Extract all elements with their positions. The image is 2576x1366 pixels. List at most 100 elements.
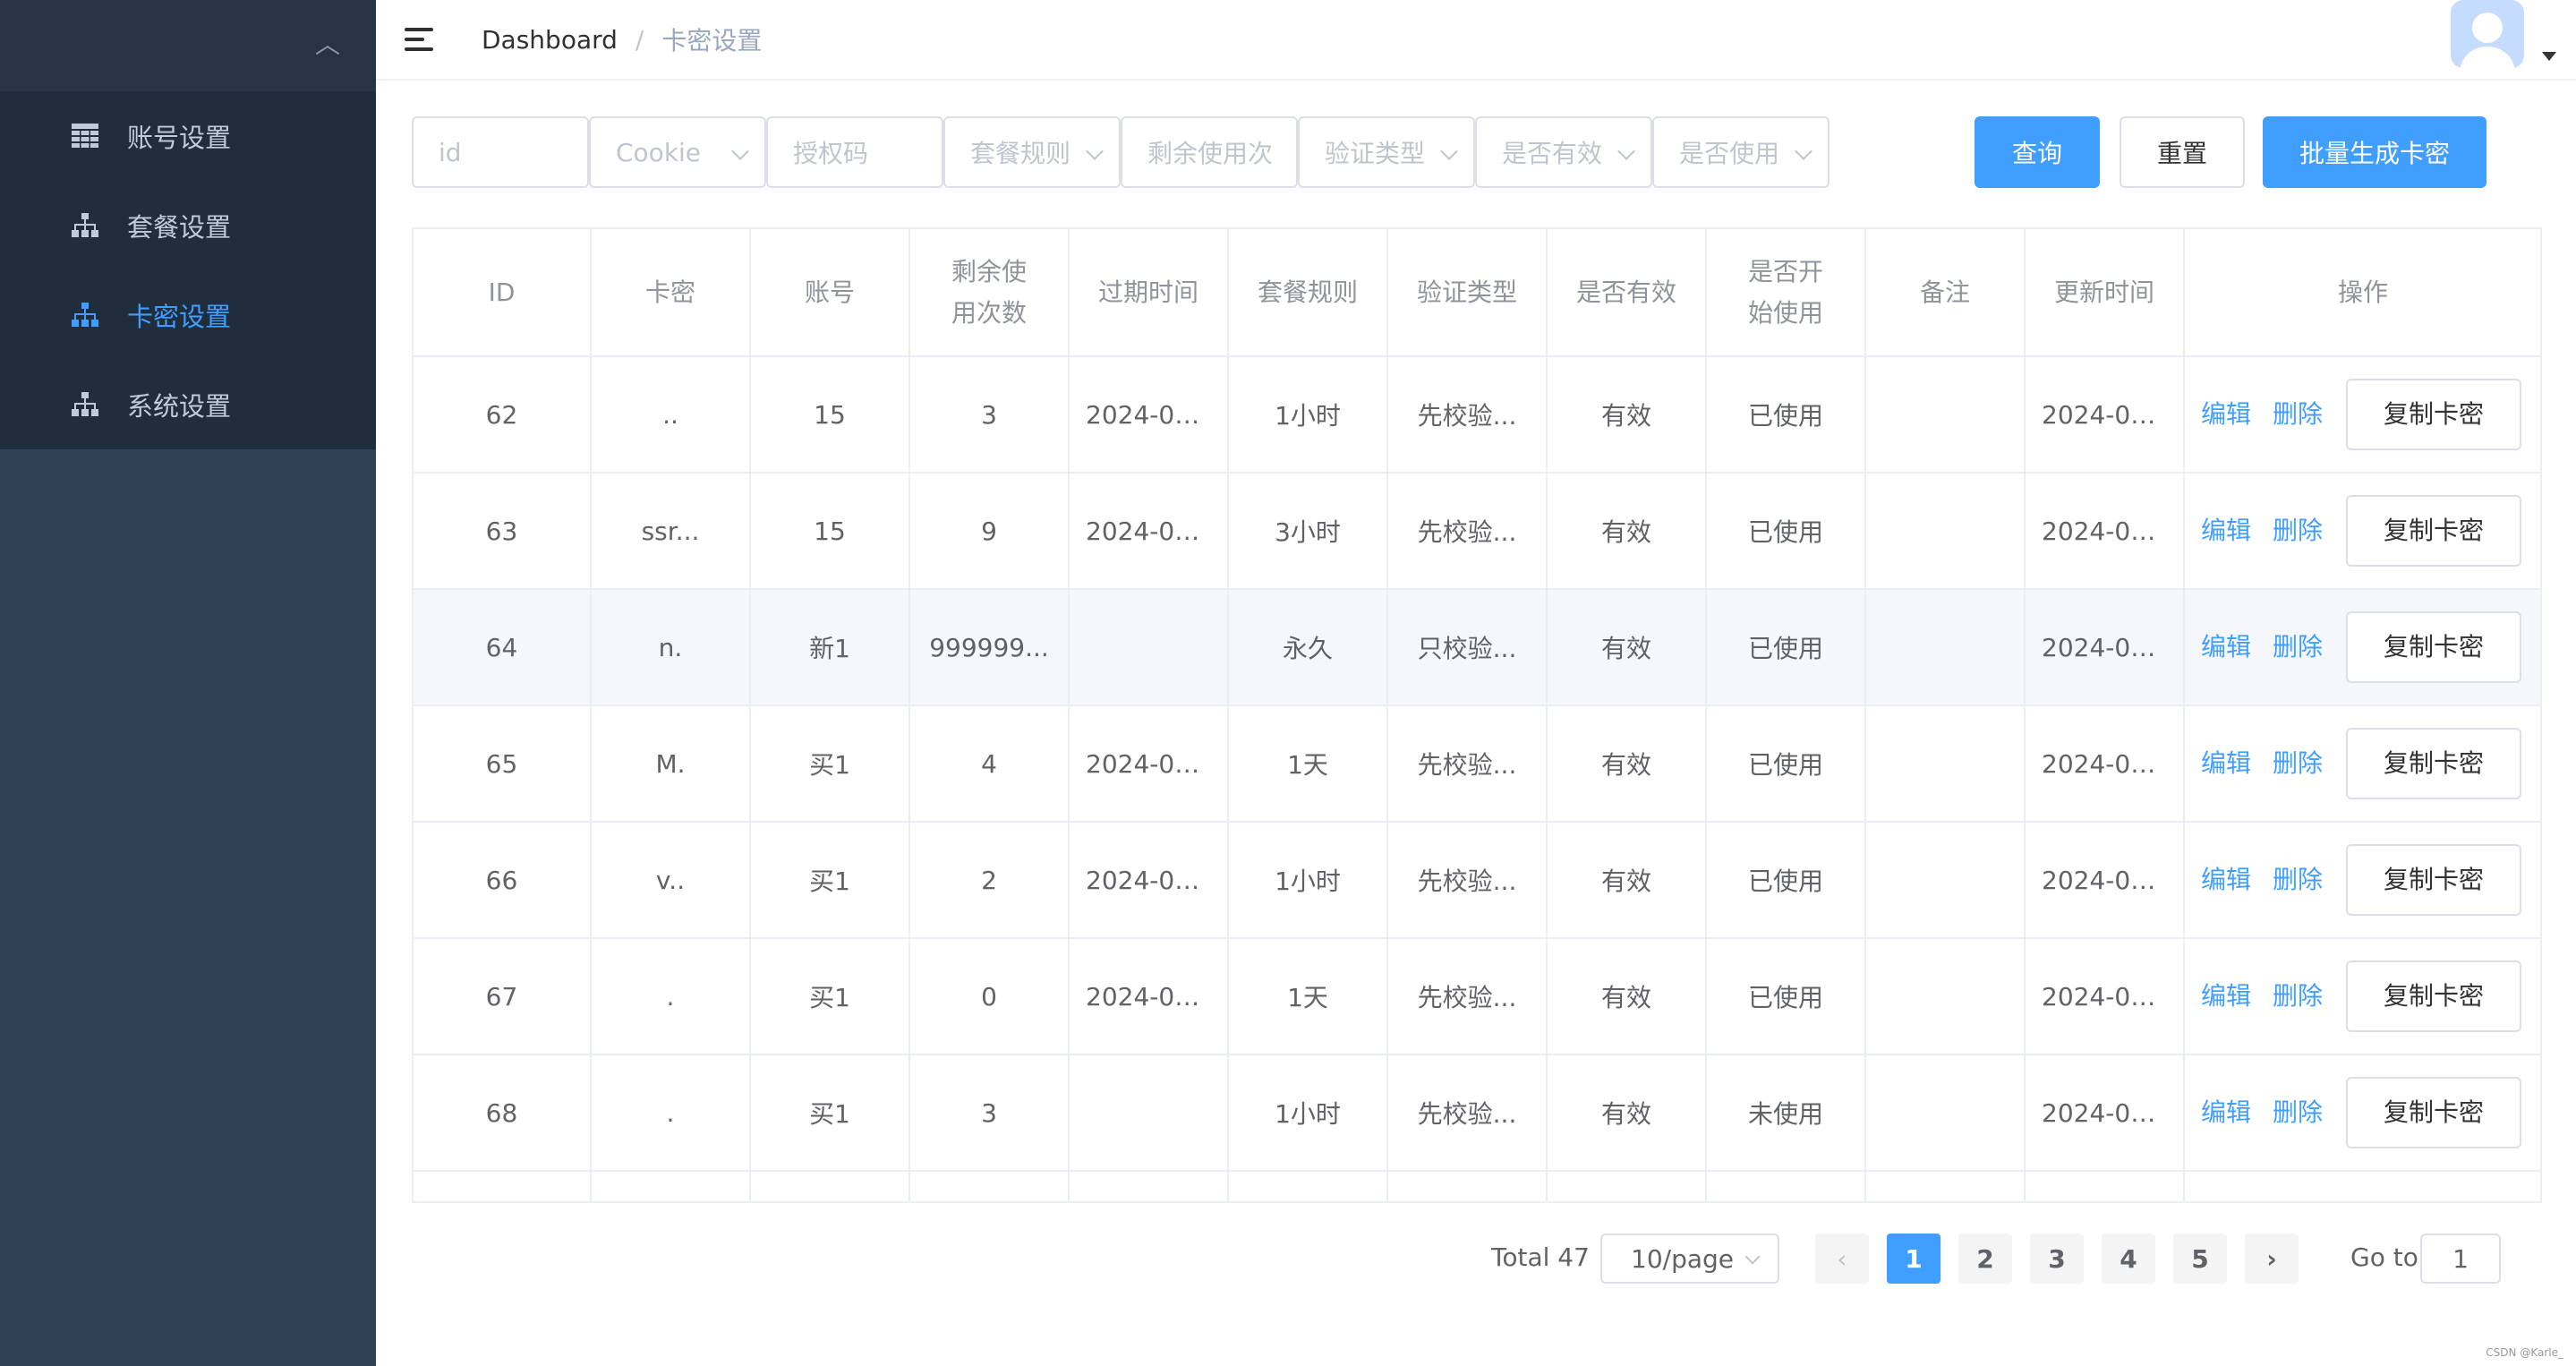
hamburger-icon[interactable] xyxy=(405,21,440,57)
table-cell-verify: 先校验... xyxy=(1387,822,1548,939)
table-cell xyxy=(1865,1171,2026,1201)
delete-link[interactable]: 删除 xyxy=(2273,632,2323,662)
delete-link[interactable]: 删除 xyxy=(2273,865,2323,894)
column-header: 卡密 xyxy=(591,229,751,357)
top-header: Dashboard / 卡密设置 xyxy=(376,0,2576,81)
chevron-down-icon xyxy=(1086,142,1104,160)
page-button-5[interactable]: 5 xyxy=(2173,1234,2227,1284)
chevron-down-icon xyxy=(1440,142,1458,160)
pagination-total: Total 47 xyxy=(1491,1242,1590,1272)
card-key-table: ID 卡密 账号 剩余使用次数 过期时间 套餐规则 验证类型 是否有效 是否开始… xyxy=(412,227,2542,1203)
column-header: ID xyxy=(414,229,592,357)
copy-key-button[interactable]: 复制卡密 xyxy=(2346,379,2522,450)
edit-link[interactable]: 编辑 xyxy=(2201,516,2251,545)
remaining-input[interactable]: 剩余使用次 xyxy=(1121,116,1298,188)
sidebar-item-system[interactable]: 系统设置 xyxy=(0,360,376,449)
page-size-select[interactable]: 10/page xyxy=(1600,1234,1779,1284)
sitemap-icon xyxy=(70,210,100,241)
table-cell-valid: 有效 xyxy=(1547,473,1707,590)
sidebar-item-account[interactable]: 账号设置 xyxy=(0,91,376,181)
id-placeholder: id xyxy=(439,137,462,167)
table-cell-note xyxy=(1865,822,2026,939)
table-cell-account: 新1 xyxy=(750,589,910,706)
goto-page-input[interactable]: 1 xyxy=(2420,1234,2501,1284)
batch-generate-button[interactable]: 批量生成卡密 xyxy=(2263,116,2486,188)
page-button-1[interactable]: 1 xyxy=(1887,1234,1941,1284)
sidebar-item-card-key[interactable]: 卡密设置 xyxy=(0,270,376,360)
edit-link[interactable]: 编辑 xyxy=(2201,748,2251,778)
delete-link[interactable]: 删除 xyxy=(2273,981,2323,1011)
sidebar-item-plan[interactable]: 套餐设置 xyxy=(0,181,376,270)
sidebar-item-label: 系统设置 xyxy=(127,391,232,422)
edit-link[interactable]: 编辑 xyxy=(2201,399,2251,429)
breadcrumb-home[interactable]: Dashboard xyxy=(482,25,618,55)
page-size-value: 10/page xyxy=(1631,1243,1734,1274)
delete-link[interactable]: 删除 xyxy=(2273,516,2323,545)
valid-select[interactable]: 是否有效 xyxy=(1475,116,1652,188)
table-cell-id: 63 xyxy=(414,473,592,590)
table-cell-updated: 2024-04... xyxy=(2025,938,2185,1055)
table-cell-actions: 编辑 删除 复制卡密 xyxy=(2184,356,2540,474)
sidebar-menu: 账号设置 套餐设置 卡密设置 系统设置 xyxy=(0,91,376,449)
page-button-2[interactable]: 2 xyxy=(1958,1234,2012,1284)
delete-link[interactable]: 删除 xyxy=(2273,399,2323,429)
table-cell-expire: 2024-04... xyxy=(1069,473,1229,590)
chevron-up-icon[interactable]: ︿ xyxy=(315,25,340,61)
avatar[interactable] xyxy=(2451,0,2524,68)
table-row xyxy=(414,1171,2540,1201)
plan-select[interactable]: 套餐规则 xyxy=(943,116,1121,188)
edit-link[interactable]: 编辑 xyxy=(2201,1097,2251,1127)
table-cell-updated: 2024-04... xyxy=(2025,705,2185,823)
edit-link[interactable]: 编辑 xyxy=(2201,632,2251,662)
table-cell-started: 已使用 xyxy=(1706,473,1866,590)
table-cell-account: 买1 xyxy=(750,938,910,1055)
reset-button[interactable]: 重置 xyxy=(2120,116,2245,188)
caret-down-icon[interactable] xyxy=(2542,52,2556,61)
copy-key-button[interactable]: 复制卡密 xyxy=(2346,960,2522,1032)
table-cell-valid: 有效 xyxy=(1547,938,1707,1055)
copy-key-button[interactable]: 复制卡密 xyxy=(2346,611,2522,683)
table-row: 66 v.. 买1 2 2024-04... 1小时 先校验... 有效 已使用 2024-04.… xyxy=(414,822,2540,939)
query-button[interactable]: 查询 xyxy=(1975,116,2100,188)
delete-link[interactable]: 删除 xyxy=(2273,748,2323,778)
verify-type-select[interactable]: 验证类型 xyxy=(1298,116,1475,188)
sidebar: ︿ 账号设置 套餐设置 卡密设置 系统设置 xyxy=(0,0,376,1366)
table-cell-key: M. xyxy=(591,705,751,823)
next-page-button[interactable]: › xyxy=(2245,1234,2299,1284)
used-select[interactable]: 是否使用 xyxy=(1652,116,1830,188)
table-cell-expire: 2024-04... xyxy=(1069,822,1229,939)
table-cell-expire xyxy=(1069,589,1229,706)
sidebar-header: ︿ xyxy=(0,0,376,91)
remaining-placeholder: 剩余使用次 xyxy=(1147,139,1274,168)
table-cell-started: 已使用 xyxy=(1706,822,1866,939)
auth-code-input[interactable]: 授权码 xyxy=(766,116,943,188)
chevron-right-icon: › xyxy=(2266,1243,2277,1274)
table-cell-remaining: 3 xyxy=(909,1054,1070,1172)
column-header: 备注 xyxy=(1865,229,2026,357)
goto-label: Go to xyxy=(2350,1242,2418,1272)
copy-key-button[interactable]: 复制卡密 xyxy=(2346,495,2522,567)
sidebar-item-label: 账号设置 xyxy=(127,123,232,153)
id-input[interactable]: id xyxy=(412,116,589,188)
delete-link[interactable]: 删除 xyxy=(2273,1097,2323,1127)
table-cell-actions: 编辑 删除 复制卡密 xyxy=(2184,589,2540,706)
edit-link[interactable]: 编辑 xyxy=(2201,981,2251,1011)
table-row: 68. 买1 3 1小时 先校验... 有效 未使用 2024-04... 编辑 删除 复制卡密 xyxy=(414,1054,2540,1172)
copy-key-button[interactable]: 复制卡密 xyxy=(2346,728,2522,799)
table-cell-remaining: 4 xyxy=(909,705,1070,823)
table-cell-remaining: 2 xyxy=(909,822,1070,939)
table-cell xyxy=(1228,1171,1388,1201)
page-button-4[interactable]: 4 xyxy=(2102,1234,2155,1284)
cookie-select[interactable]: Cookie xyxy=(589,116,766,188)
copy-key-button[interactable]: 复制卡密 xyxy=(2346,844,2522,916)
page-button-3[interactable]: 3 xyxy=(2030,1234,2084,1284)
edit-link[interactable]: 编辑 xyxy=(2201,865,2251,894)
table-cell-note xyxy=(1865,938,2026,1055)
column-header: 剩余使用次数 xyxy=(909,229,1070,357)
prev-page-button[interactable]: ‹ xyxy=(1815,1234,1869,1284)
table-cell-note xyxy=(1865,589,2026,706)
table-cell-account: 15 xyxy=(750,473,910,590)
table-cell-actions: 编辑 删除 复制卡密 xyxy=(2184,822,2540,939)
sidebar-item-label: 卡密设置 xyxy=(127,302,232,332)
copy-key-button[interactable]: 复制卡密 xyxy=(2346,1077,2522,1148)
